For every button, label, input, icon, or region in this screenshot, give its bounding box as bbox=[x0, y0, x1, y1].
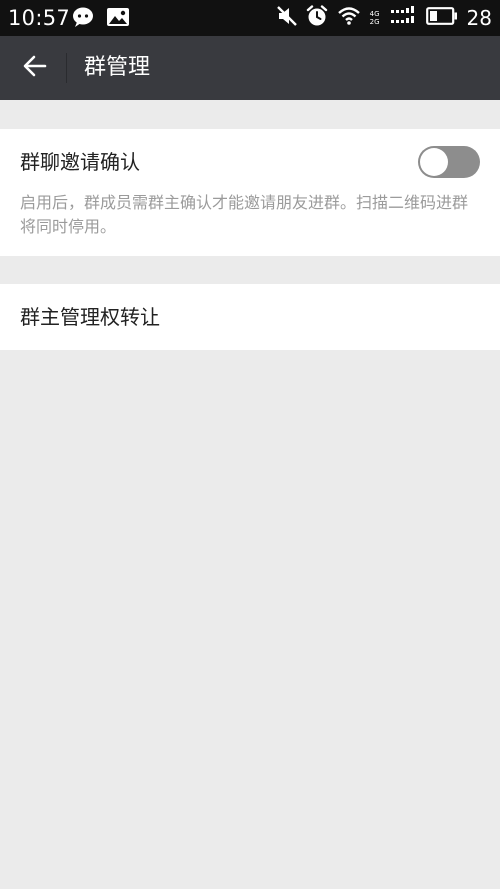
invite-confirm-toggle[interactable] bbox=[418, 146, 480, 178]
network-type-label: 4G 2G bbox=[370, 10, 380, 26]
back-arrow-icon bbox=[21, 54, 47, 82]
battery-icon bbox=[425, 7, 458, 29]
signal-icon bbox=[390, 6, 417, 30]
page-title: 群管理 bbox=[84, 55, 151, 80]
status-bar: 10:57 4G 2G 28 bbox=[0, 0, 500, 36]
back-button[interactable] bbox=[10, 46, 58, 90]
network-4g-label: 4G bbox=[369, 10, 380, 18]
invite-confirm-title: 群聊邀请确认 bbox=[20, 150, 140, 174]
network-2g-label: 2G bbox=[369, 18, 380, 26]
battery-level: 28 bbox=[466, 6, 492, 30]
app-bar-divider bbox=[66, 53, 67, 83]
status-right-icons: 4G 2G 28 bbox=[276, 4, 492, 32]
mute-icon bbox=[276, 5, 297, 31]
app-bar: 群管理 bbox=[0, 36, 500, 100]
alarm-icon bbox=[306, 5, 328, 31]
toggle-knob bbox=[420, 148, 448, 176]
status-time: 10:57 bbox=[8, 6, 71, 30]
wechat-icon bbox=[72, 6, 96, 32]
status-left-icons bbox=[72, 6, 130, 32]
invite-confirm-setting: 群聊邀请确认 启用后，群成员需群主确认才能邀请朋友进群。扫描二维码进群将同时停用… bbox=[0, 129, 500, 256]
invite-confirm-description: 启用后，群成员需群主确认才能邀请朋友进群。扫描二维码进群将同时停用。 bbox=[20, 193, 469, 236]
transfer-owner-title: 群主管理权转让 bbox=[20, 305, 160, 329]
transfer-owner-item[interactable]: 群主管理权转让 bbox=[0, 284, 500, 350]
wifi-icon bbox=[337, 6, 361, 30]
image-icon bbox=[106, 6, 130, 32]
